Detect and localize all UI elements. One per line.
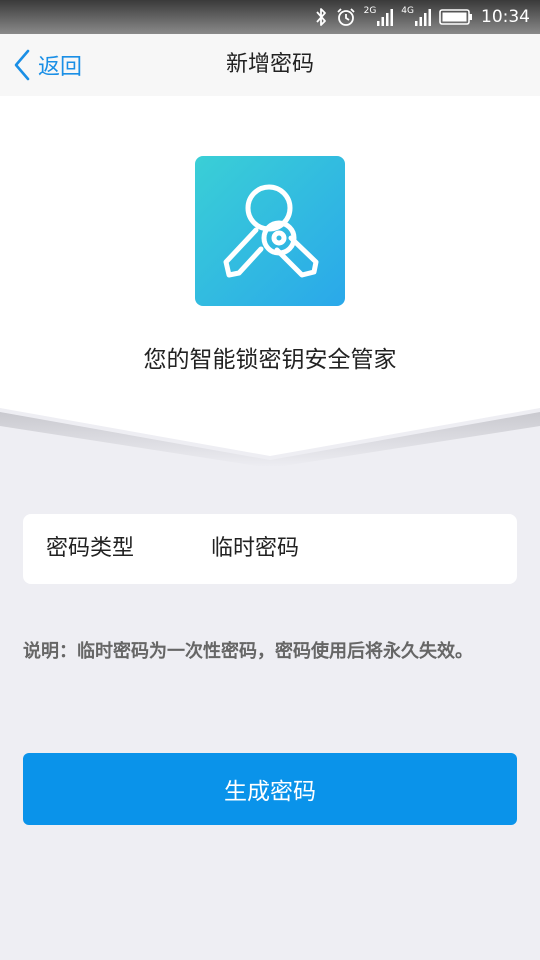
password-type-label: 密码类型 xyxy=(46,536,135,561)
network-type-2g: 2G xyxy=(363,6,377,16)
password-type-value: 临时密码 xyxy=(211,536,300,561)
status-bar: 2G 4G 10:34 xyxy=(0,0,540,34)
keys-icon xyxy=(223,184,319,278)
password-type-row[interactable]: 密码类型 临时密码 xyxy=(23,514,517,584)
description-note: 说明：临时密码为一次性密码，密码使用后将永久失效。 xyxy=(23,641,473,662)
alarm-clock-icon xyxy=(336,8,355,26)
bluetooth-icon xyxy=(315,8,326,26)
signal-bars-icon xyxy=(415,9,431,26)
hero-caption: 您的智能锁密钥安全管家 xyxy=(143,347,397,373)
signal-4g: 4G xyxy=(401,6,431,26)
battery-icon xyxy=(439,9,472,25)
signal-2g: 2G xyxy=(363,6,394,26)
status-time: 10:34 xyxy=(481,7,530,27)
network-type-4g: 4G xyxy=(401,6,414,16)
page-title: 新增密码 xyxy=(225,52,314,77)
app-logo xyxy=(195,156,345,306)
signal-bars-icon xyxy=(377,9,394,26)
status-icons: 2G 4G 10:34 xyxy=(314,0,530,34)
navigation-bar: 返回 新增密码 xyxy=(0,34,540,97)
generate-password-button[interactable]: 生成密码 xyxy=(23,753,517,825)
